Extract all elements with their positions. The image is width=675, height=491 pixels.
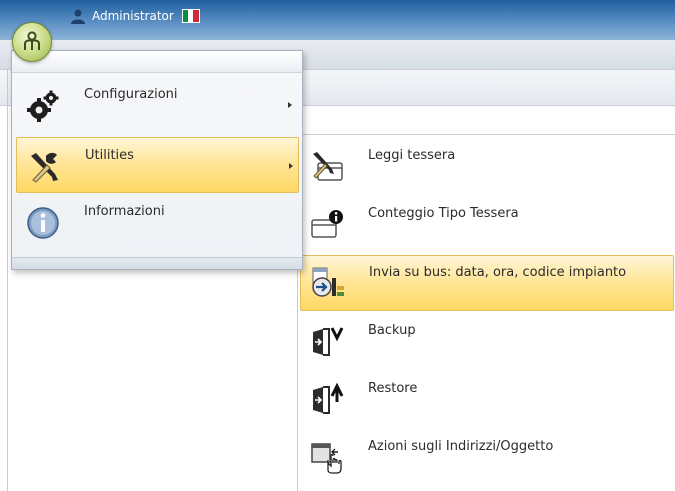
submenu-item-restore[interactable]: Restore	[300, 372, 674, 428]
submenu-item-azioni-indirizzi[interactable]: Azioni sugli Indirizzi/Oggetto	[300, 430, 674, 486]
menu-item-label: Utilities	[85, 148, 134, 163]
info-icon	[27, 207, 59, 239]
submenu-item-label: Leggi tessera	[368, 148, 456, 163]
app-menu-button[interactable]	[12, 22, 52, 62]
send-bus-icon	[312, 267, 344, 297]
menu-item-label: Informazioni	[84, 204, 165, 219]
submenu-arrow-icon	[288, 102, 292, 108]
gears-icon	[27, 90, 59, 122]
card-info-icon	[311, 210, 343, 238]
utilities-submenu: Leggi tessera Conteggio Tipo Tessera Inv…	[297, 134, 675, 491]
menu-header	[12, 51, 302, 73]
menu-item-utilities[interactable]: Utilities	[16, 137, 299, 193]
submenu-item-invia-su-bus[interactable]: Invia su bus: data, ora, codice impianto	[300, 255, 674, 311]
user-name: Administrator	[92, 9, 174, 23]
submenu-item-leggi-tessera[interactable]: Leggi tessera	[300, 139, 674, 195]
submenu-item-conteggio-tipo-tessera[interactable]: Conteggio Tipo Tessera	[300, 197, 674, 253]
application-menu: Configurazioni Utilities Informazioni	[11, 50, 303, 270]
menu-item-label: Configurazioni	[84, 87, 178, 102]
menu-item-configurazioni[interactable]: Configurazioni	[16, 77, 299, 133]
submenu-item-label: Invia su bus: data, ora, codice impianto	[369, 265, 627, 280]
restore-icon	[313, 382, 344, 414]
title-bar: Administrator	[0, 0, 675, 40]
italian-flag-icon[interactable]	[181, 9, 200, 23]
menu-item-informazioni[interactable]: Informazioni	[16, 194, 299, 250]
submenu-item-label: Restore	[368, 381, 418, 396]
user-icon	[71, 9, 85, 24]
workspace-border	[7, 70, 8, 491]
user-indicator[interactable]: Administrator	[70, 8, 200, 24]
read-card-icon	[313, 152, 343, 181]
menu-footer	[12, 257, 302, 269]
address-actions-icon	[311, 443, 342, 474]
submenu-item-label: Azioni sugli Indirizzi/Oggetto	[368, 439, 554, 454]
people-network-icon	[24, 31, 40, 50]
submenu-item-label: Backup	[368, 323, 416, 338]
submenu-item-label: Conteggio Tipo Tessera	[368, 206, 519, 221]
tools-icon	[31, 152, 58, 183]
submenu-item-backup[interactable]: Backup	[300, 314, 674, 370]
submenu-arrow-icon	[289, 163, 293, 169]
backup-icon	[313, 327, 344, 356]
